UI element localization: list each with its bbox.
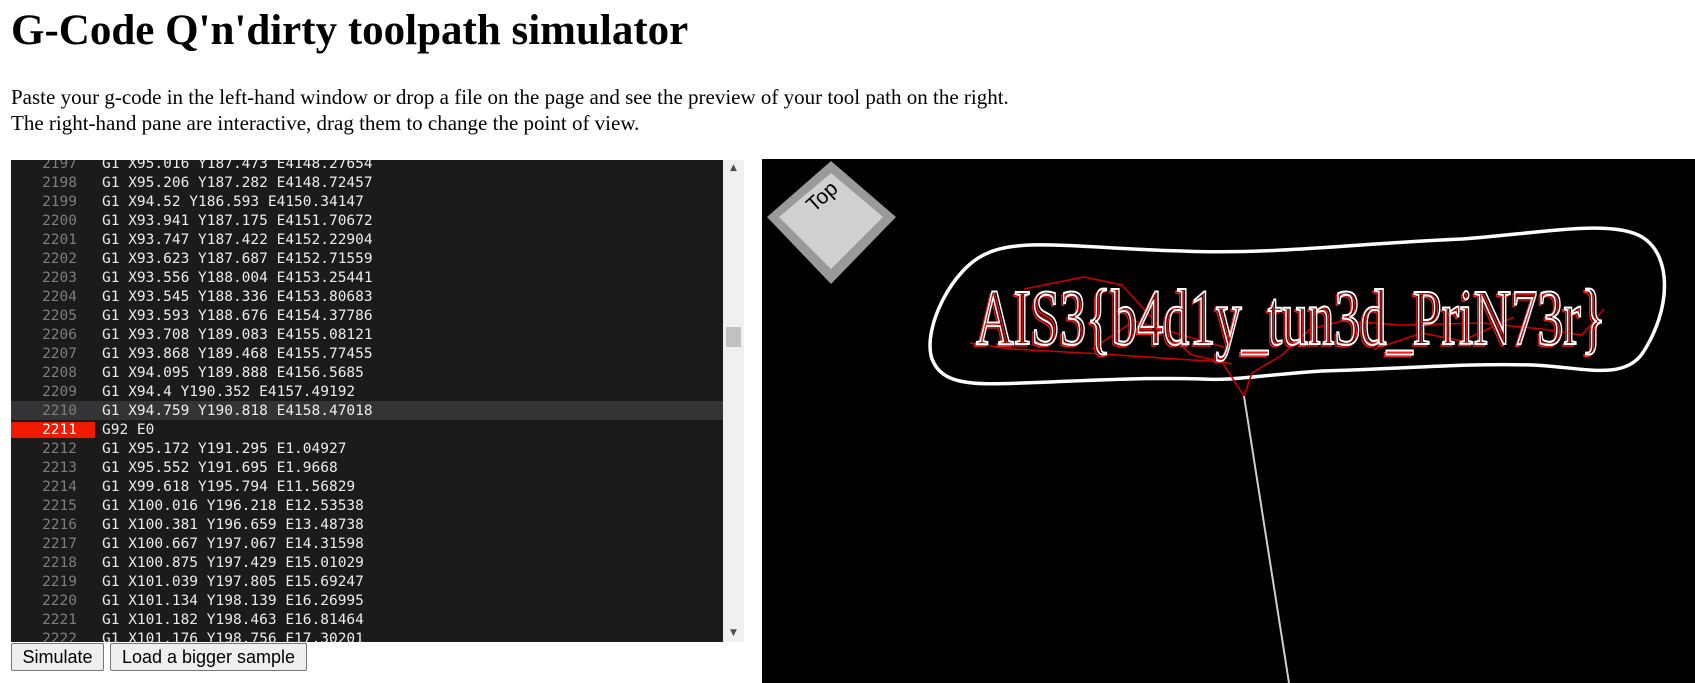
line-number: 2210 xyxy=(42,402,77,419)
code-line[interactable]: 2208 G1 X94.095 Y189.888 E4156.5685 xyxy=(11,363,723,382)
line-number: 2222 xyxy=(42,630,77,643)
line-code[interactable]: G1 X93.556 Y188.004 E4153.25441 xyxy=(95,270,373,286)
code-line[interactable]: 2220 G1 X101.134 Y198.139 E16.26995 xyxy=(11,591,723,610)
line-code[interactable]: G1 X99.618 Y195.794 E11.56829 xyxy=(95,479,355,495)
line-code[interactable]: G1 X95.016 Y187.473 E4148.27654 xyxy=(95,160,373,172)
line-code[interactable]: G1 X95.552 Y191.695 E1.9668 xyxy=(95,460,338,476)
simulate-button[interactable]: Simulate xyxy=(11,643,104,671)
code-line[interactable]: 2203 G1 X93.556 Y188.004 E4153.25441 xyxy=(11,268,723,287)
line-number: 2221 xyxy=(42,611,77,628)
line-number: 2211 xyxy=(11,421,95,438)
line-code[interactable]: G1 X93.747 Y187.422 E4152.22904 xyxy=(95,232,373,248)
line-code[interactable]: G1 X101.176 Y198.756 E17.30201 xyxy=(95,631,364,643)
code-line[interactable]: 2213 G1 X95.552 Y191.695 E1.9668 xyxy=(11,458,723,477)
line-code[interactable]: G1 X101.134 Y198.139 E16.26995 xyxy=(95,593,364,609)
code-line[interactable]: 2221 G1 X101.182 Y198.463 E16.81464 xyxy=(11,610,723,629)
line-number: 2219 xyxy=(42,573,77,590)
line-number: 2212 xyxy=(42,440,77,457)
line-code[interactable]: G1 X93.593 Y188.676 E4154.37786 xyxy=(95,308,373,324)
line-number: 2205 xyxy=(42,307,77,324)
line-number: 2199 xyxy=(42,193,77,210)
code-line[interactable]: 2212 G1 X95.172 Y191.295 E1.04927 xyxy=(11,439,723,458)
line-code[interactable]: G1 X94.4 Y190.352 E4157.49192 xyxy=(95,384,355,400)
scroll-down-icon[interactable]: ▼ xyxy=(723,625,744,642)
intro-line-1: Paste your g-code in the left-hand windo… xyxy=(11,85,1009,109)
intro-line-2: The right-hand pane are interactive, dra… xyxy=(11,111,640,135)
code-line[interactable]: 2219 G1 X101.039 Y197.805 E15.69247 xyxy=(11,572,723,591)
code-line[interactable]: 2218 G1 X100.875 Y197.429 E15.01029 xyxy=(11,553,723,572)
line-number: 2203 xyxy=(42,269,77,286)
code-line[interactable]: 2199 G1 X94.52 Y186.593 E4150.34147 xyxy=(11,192,723,211)
code-line[interactable]: 2209 G1 X94.4 Y190.352 E4157.49192 xyxy=(11,382,723,401)
line-code[interactable]: G1 X95.172 Y191.295 E1.04927 xyxy=(95,441,346,457)
line-number: 2216 xyxy=(42,516,77,533)
line-code[interactable]: G1 X93.941 Y187.175 E4151.70672 xyxy=(95,213,373,229)
view-cube[interactable]: Top xyxy=(767,161,896,284)
line-number: 2204 xyxy=(42,288,77,305)
line-code[interactable]: G1 X101.039 Y197.805 E15.69247 xyxy=(95,574,364,590)
line-number: 2207 xyxy=(42,345,77,362)
scrollbar-thumb[interactable] xyxy=(726,327,741,347)
line-number: 2198 xyxy=(42,174,77,191)
code-line[interactable]: 2214 G1 X99.618 Y195.794 E11.56829 xyxy=(11,477,723,496)
line-number: 2209 xyxy=(42,383,77,400)
code-line[interactable]: 2210 G1 X94.759 Y190.818 E4158.47018 xyxy=(11,401,723,420)
line-number: 2220 xyxy=(42,592,77,609)
code-line[interactable]: 2200 G1 X93.941 Y187.175 E4151.70672 xyxy=(11,211,723,230)
line-code[interactable]: G1 X100.381 Y196.659 E13.48738 xyxy=(95,517,364,533)
editor-scrollbar[interactable]: ▲ ▼ xyxy=(723,160,744,642)
line-code[interactable]: G1 X100.875 Y197.429 E15.01029 xyxy=(95,555,364,571)
code-line[interactable]: 2217 G1 X100.667 Y197.067 E14.31598 xyxy=(11,534,723,553)
line-code[interactable]: G1 X100.667 Y197.067 E14.31598 xyxy=(95,536,364,552)
intro-text: Paste your g-code in the left-hand windo… xyxy=(11,84,1009,136)
code-line[interactable]: 2222 G1 X101.176 Y198.756 E17.30201 xyxy=(11,629,723,643)
line-code[interactable]: G1 X94.52 Y186.593 E4150.34147 xyxy=(95,194,364,210)
code-line[interactable]: 2205 G1 X93.593 Y188.676 E4154.37786 xyxy=(11,306,723,325)
code-line[interactable]: 2216 G1 X100.381 Y196.659 E13.48738 xyxy=(11,515,723,534)
code-line[interactable]: 2215 G1 X100.016 Y196.218 E12.53538 xyxy=(11,496,723,515)
code-line[interactable]: 2206 G1 X93.708 Y189.083 E4155.08121 xyxy=(11,325,723,344)
line-number: 2201 xyxy=(42,231,77,248)
line-number: 2214 xyxy=(42,478,77,495)
line-number: 2206 xyxy=(42,326,77,343)
line-number: 2215 xyxy=(42,497,77,514)
line-code[interactable]: G1 X93.623 Y187.687 E4152.71559 xyxy=(95,251,373,267)
line-number: 2202 xyxy=(42,250,77,267)
line-code[interactable]: G1 X100.016 Y196.218 E12.53538 xyxy=(95,498,364,514)
line-code[interactable]: G1 X94.095 Y189.888 E4156.5685 xyxy=(95,365,364,381)
code-line[interactable]: 2202 G1 X93.623 Y187.687 E4152.71559 xyxy=(11,249,723,268)
gcode-editor[interactable]: 2197 G1 X95.016 Y187.473 E4148.27654 2198 G… xyxy=(11,160,744,642)
load-sample-button[interactable]: Load a bigger sample xyxy=(110,643,307,671)
line-code[interactable]: G1 X93.545 Y188.336 E4153.80683 xyxy=(95,289,373,305)
code-lines[interactable]: 2197 G1 X95.016 Y187.473 E4148.27654 2198 G… xyxy=(11,160,723,642)
code-line[interactable]: 2211 G92 E0 xyxy=(11,420,723,439)
code-line[interactable]: 2207 G1 X93.868 Y189.468 E4155.77455 xyxy=(11,344,723,363)
line-code[interactable]: G92 E0 xyxy=(95,422,154,438)
line-code[interactable]: G1 X101.182 Y198.463 E16.81464 xyxy=(95,612,364,628)
code-line[interactable]: 2198 G1 X95.206 Y187.282 E4148.72457 xyxy=(11,173,723,192)
line-number: 2218 xyxy=(42,554,77,571)
line-number: 2213 xyxy=(42,459,77,476)
toolpath-text: AIS3{b4d1y_tun3d_PriN73r} xyxy=(976,273,1606,361)
toolpath-drop-line xyxy=(1243,395,1290,683)
code-line[interactable]: 2204 G1 X93.545 Y188.336 E4153.80683 xyxy=(11,287,723,306)
code-line[interactable]: 2201 G1 X93.747 Y187.422 E4152.22904 xyxy=(11,230,723,249)
line-number: 2208 xyxy=(42,364,77,381)
toolpath-canvas[interactable]: Top AIS3{b4d1y_tun3d_PriN73r} AIS3{b4d1y… xyxy=(762,159,1695,683)
toolpath-viewer[interactable]: Top AIS3{b4d1y_tun3d_PriN73r} AIS3{b4d1y… xyxy=(762,159,1695,683)
line-code[interactable]: G1 X93.708 Y189.083 E4155.08121 xyxy=(95,327,373,343)
scroll-up-icon[interactable]: ▲ xyxy=(723,160,744,177)
line-code[interactable]: G1 X93.868 Y189.468 E4155.77455 xyxy=(95,346,373,362)
page-title: G-Code Q'n'dirty toolpath simulator xyxy=(11,7,689,54)
code-line[interactable]: 2197 G1 X95.016 Y187.473 E4148.27654 xyxy=(11,160,723,173)
line-number: 2217 xyxy=(42,535,77,552)
line-code[interactable]: G1 X95.206 Y187.282 E4148.72457 xyxy=(95,175,373,191)
line-number: 2200 xyxy=(42,212,77,229)
line-code[interactable]: G1 X94.759 Y190.818 E4158.47018 xyxy=(95,403,373,419)
line-number: 2197 xyxy=(42,160,77,172)
